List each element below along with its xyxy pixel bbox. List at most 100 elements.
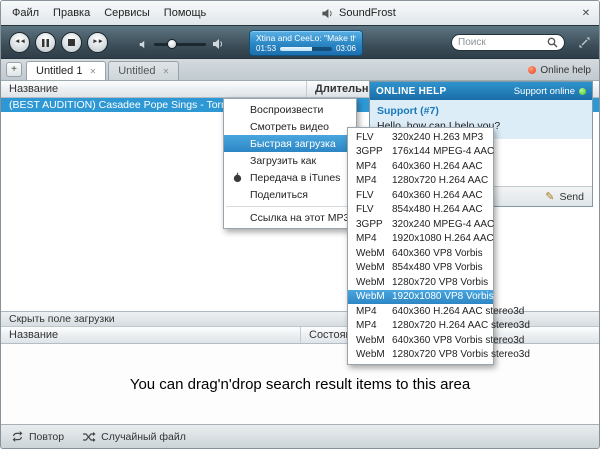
support-status: Support online xyxy=(514,86,586,97)
context-menu-item-label: Поделиться xyxy=(250,189,308,201)
context-menu-item[interactable]: Воспроизвести ▸ xyxy=(224,101,356,118)
format-details-label: 854x480 H.264 AAC xyxy=(392,204,483,215)
menu-bar: Файл Правка Сервисы Помощь xyxy=(1,1,213,25)
format-container-label: MP4 xyxy=(356,320,392,331)
search-input[interactable] xyxy=(458,37,543,48)
tab[interactable]: Untitled ✕ xyxy=(108,61,179,80)
shuffle-toggle[interactable]: Случайный файл xyxy=(82,431,186,443)
format-menu-item[interactable]: FLV 640x360 H.264 AAC xyxy=(348,188,493,203)
online-help-link[interactable]: Online help xyxy=(528,59,591,81)
format-menu-item[interactable]: WebM 640x360 VP8 Vorbis xyxy=(348,246,493,261)
volume-high-icon xyxy=(212,38,224,50)
tab-close-icon[interactable]: ✕ xyxy=(162,67,169,76)
format-menu-item[interactable]: MP4 1280x720 H.264 AAC xyxy=(348,174,493,189)
send-button[interactable]: Send xyxy=(559,191,584,203)
help-panel-title: ONLINE HELP xyxy=(376,86,514,97)
format-menu-item[interactable]: 3GPP 320x240 MPEG-4 AAC xyxy=(348,217,493,232)
format-menu-item[interactable]: WebM 854x480 VP8 Vorbis xyxy=(348,261,493,276)
menu-item[interactable]: Сервисы xyxy=(97,7,157,19)
format-container-label: 3GPP xyxy=(356,219,392,230)
format-menu-item[interactable]: WebM 1920x1080 VP8 Vorbis xyxy=(348,290,493,305)
next-icon: ►► xyxy=(92,39,103,46)
format-details-label: 854x480 VP8 Vorbis xyxy=(392,262,483,273)
context-menu-item-label: Передача в iTunes xyxy=(250,172,340,184)
stop-button[interactable] xyxy=(61,32,82,53)
format-container-label: WebM xyxy=(356,248,392,259)
add-tab-button[interactable]: + xyxy=(6,62,22,77)
resize-window-icon[interactable] xyxy=(578,36,591,49)
tab[interactable]: Untitled 1 ✕ xyxy=(26,61,106,80)
format-menu-item[interactable]: MP4 1280x720 H.264 AAC stereo3d xyxy=(348,319,493,334)
format-container-label: FLV xyxy=(356,132,392,143)
context-menu-item[interactable]: Быстрая загрузка ▸ xyxy=(224,135,356,152)
format-menu-item[interactable]: WebM 640x360 VP8 Vorbis stereo3d xyxy=(348,333,493,348)
now-playing-display: Xtina and CeeLo: "Make the World" 01:53 … xyxy=(249,30,363,56)
format-container-label: WebM xyxy=(356,349,392,360)
pause-icon xyxy=(42,39,49,47)
context-menu-item[interactable]: Ссылка на этот MP3 файл ▸ xyxy=(224,209,356,226)
menu-item[interactable]: Помощь xyxy=(157,7,214,19)
seek-bar[interactable] xyxy=(280,47,332,51)
online-help-icon xyxy=(528,66,536,74)
drop-hint-text: You can drag'n'drop search result items … xyxy=(130,376,470,393)
format-menu-item[interactable]: WebM 1280x720 VP8 Vorbis xyxy=(348,275,493,290)
context-menu-item[interactable]: Передача в iTunes ▸ xyxy=(224,169,356,186)
pause-button[interactable] xyxy=(35,32,56,53)
format-details-label: 1280x720 VP8 Vorbis stereo3d xyxy=(392,349,530,360)
app-window: Файл Правка Сервисы Помощь SoundFrost ✕ … xyxy=(0,0,600,449)
format-details-label: 1280x720 H.264 AAC xyxy=(392,175,488,186)
format-details-label: 176x144 MPEG-4 AAC xyxy=(392,146,494,157)
tab-label: Untitled 1 xyxy=(36,65,82,77)
menu-item[interactable]: Файл xyxy=(5,7,46,19)
format-details-label: 320x240 H.263 MP3 xyxy=(392,132,483,143)
search-icon[interactable] xyxy=(547,37,558,48)
format-submenu: FLV 320x240 H.263 MP3 3GPP 176x144 MPEG-… xyxy=(347,127,494,365)
format-details-label: 1280x720 H.264 AAC stereo3d xyxy=(392,320,530,331)
previous-button[interactable]: ◄◄ xyxy=(9,32,30,53)
format-details-label: 320x240 MPEG-4 AAC xyxy=(392,219,494,230)
format-menu-item[interactable]: MP4 640x360 H.264 AAC xyxy=(348,159,493,174)
format-container-label: WebM xyxy=(356,277,392,288)
format-container-label: WebM xyxy=(356,291,392,302)
speaker-icon xyxy=(321,7,334,20)
help-panel-header: ONLINE HELP Support online xyxy=(370,82,592,100)
context-menu-item[interactable]: Смотреть видео ▸ xyxy=(224,118,356,135)
format-menu-item[interactable]: FLV 854x480 H.264 AAC xyxy=(348,203,493,218)
format-details-label: 640x360 H.264 AAC xyxy=(392,190,483,201)
format-menu-item[interactable]: MP4 640x360 H.264 AAC stereo3d xyxy=(348,304,493,319)
support-status-label: Support online xyxy=(514,86,575,97)
format-menu-item[interactable]: 3GPP 176x144 MPEG-4 AAC xyxy=(348,145,493,160)
menu-item[interactable]: Правка xyxy=(46,7,97,19)
tabs: Untitled 1 ✕ Untitled ✕ xyxy=(26,61,179,80)
context-menu-item-label: Смотреть видео xyxy=(250,121,329,133)
format-container-label: MP4 xyxy=(356,161,392,172)
status-bar: Повтор Случайный файл xyxy=(1,424,599,448)
app-title: SoundFrost xyxy=(321,1,396,25)
close-icon[interactable]: ✕ xyxy=(578,5,594,21)
repeat-label: Повтор xyxy=(29,431,64,443)
volume-slider[interactable] xyxy=(154,43,206,46)
player-bar: ◄◄ ►► Xtina and CeeLo: "Make the World" … xyxy=(1,25,599,59)
volume-thumb[interactable] xyxy=(167,39,177,49)
title-bar: Файл Правка Сервисы Помощь SoundFrost ✕ xyxy=(1,1,599,25)
online-help-label: Online help xyxy=(540,65,591,76)
format-container-label: 3GPP xyxy=(356,146,392,157)
context-menu-item[interactable]: Загрузить как ▸ xyxy=(224,152,356,169)
next-button[interactable]: ►► xyxy=(87,32,108,53)
context-menu-item-label: Быстрая загрузка xyxy=(250,138,336,150)
column-header-dl-name[interactable]: Название xyxy=(1,327,301,343)
format-menu-item[interactable]: FLV 320x240 H.263 MP3 xyxy=(348,130,493,145)
stop-icon xyxy=(68,39,75,46)
volume-control xyxy=(139,38,224,50)
format-menu-item[interactable]: MP4 1920x1080 H.264 AAC xyxy=(348,232,493,247)
column-header-name[interactable]: Название xyxy=(1,81,307,97)
format-menu-item[interactable]: WebM 1280x720 VP8 Vorbis stereo3d xyxy=(348,348,493,363)
track-title: Xtina and CeeLo: "Make the World" xyxy=(256,33,356,43)
format-details-label: 640x360 H.264 AAC xyxy=(392,161,483,172)
tab-close-icon[interactable]: ✕ xyxy=(89,67,96,76)
context-menu-item[interactable]: Поделиться ▸ xyxy=(224,186,356,203)
shuffle-icon xyxy=(82,432,96,442)
repeat-toggle[interactable]: Повтор xyxy=(11,431,64,443)
format-container-label: MP4 xyxy=(356,233,392,244)
format-details-label: 640x360 H.264 AAC stereo3d xyxy=(392,306,524,317)
